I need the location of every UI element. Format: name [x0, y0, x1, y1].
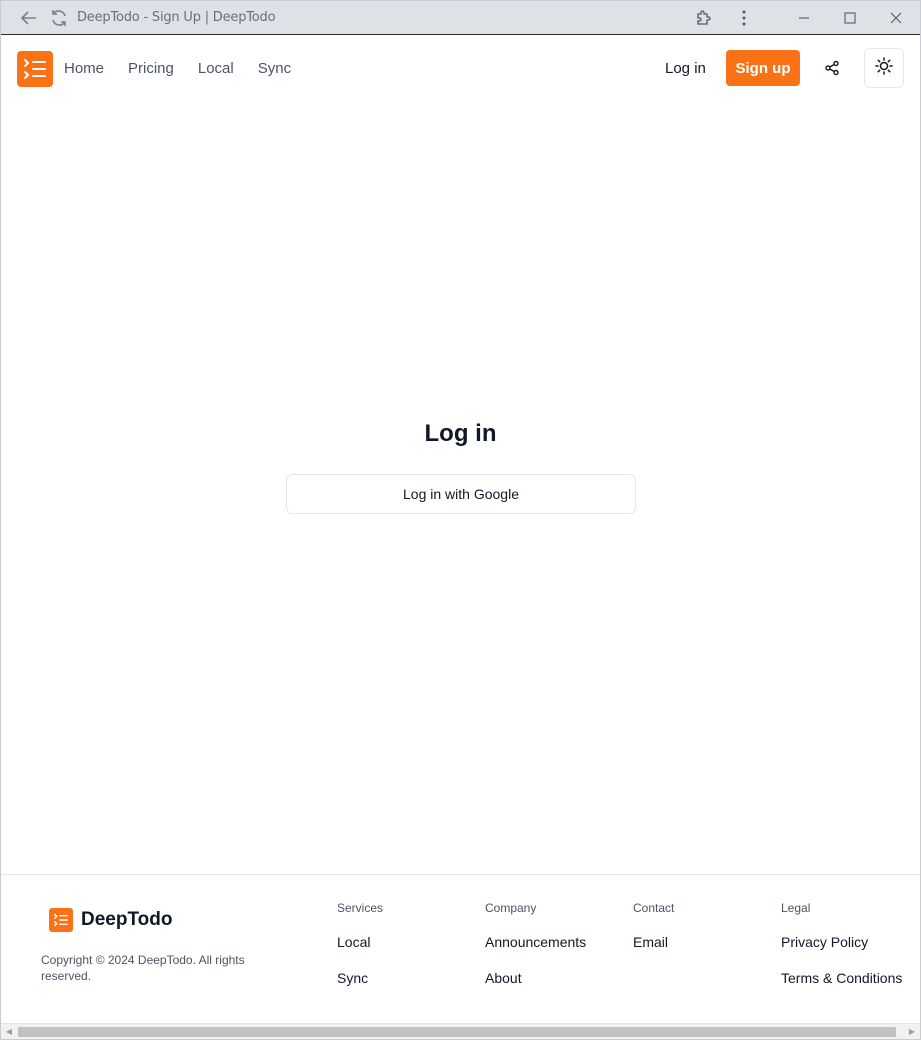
kebab-menu-icon[interactable] — [732, 6, 756, 30]
site-footer: DeepTodo Copyright © 2024 DeepTodo. All … — [1, 874, 920, 1023]
extensions-icon[interactable] — [692, 6, 716, 30]
footer-link-email[interactable]: Email — [633, 933, 674, 951]
footer-brand[interactable]: DeepTodo — [81, 909, 172, 931]
footer-column-company: Company Announcements About — [485, 901, 586, 1005]
close-icon[interactable] — [884, 6, 908, 30]
footer-column-legal: Legal Privacy Policy Terms & Conditions — [781, 901, 902, 1005]
footer-link-sync[interactable]: Sync — [337, 969, 383, 987]
footer-heading: Services — [337, 901, 384, 915]
login-link[interactable]: Log in — [665, 60, 706, 78]
google-login-button[interactable]: Log in with Google — [286, 474, 636, 514]
footer-heading: Contact — [633, 901, 675, 915]
copyright-text: Copyright © 2024 DeepTodo. All rights re… — [41, 953, 245, 983]
footer-link-privacy[interactable]: Privacy Policy — [781, 933, 902, 951]
list-todo-icon[interactable] — [17, 51, 53, 87]
footer-link-announcements[interactable]: Announcements — [485, 933, 586, 951]
site-header: Home Pricing Local Sync Log in Sign up — [1, 36, 920, 100]
reload-icon[interactable] — [47, 6, 71, 30]
minimize-icon[interactable] — [792, 6, 816, 30]
main-nav: Home Pricing Local Sync — [64, 60, 315, 78]
footer-logo-icon[interactable] — [49, 908, 73, 932]
back-arrow-icon[interactable] — [17, 6, 41, 30]
footer-column-contact: Contact Email — [633, 901, 674, 969]
footer-heading: Company — [485, 901, 537, 915]
share-icon[interactable] — [819, 55, 845, 81]
browser-tab-title: DeepTodo - Sign Up | DeepTodo — [77, 10, 276, 25]
footer-link-terms[interactable]: Terms & Conditions — [781, 969, 902, 987]
nav-pricing-link[interactable]: Pricing — [128, 60, 174, 78]
scrollbar-thumb[interactable] — [18, 1027, 896, 1037]
nav-home-link[interactable]: Home — [64, 60, 104, 78]
footer-column-services: Services Local Sync — [337, 901, 383, 1005]
nav-sync-link[interactable]: Sync — [258, 60, 291, 78]
footer-heading: Legal — [781, 901, 811, 915]
nav-local-link[interactable]: Local — [198, 60, 234, 78]
theme-toggle-button[interactable] — [864, 48, 904, 88]
sun-icon — [875, 56, 893, 80]
footer-link-local[interactable]: Local — [337, 933, 383, 951]
horizontal-scrollbar[interactable]: ◀ ▶ — [1, 1023, 920, 1039]
scroll-right-icon[interactable]: ▶ — [907, 1027, 917, 1037]
scroll-left-icon[interactable]: ◀ — [4, 1027, 14, 1037]
signup-button[interactable]: Sign up — [726, 50, 800, 86]
browser-toolbar: DeepTodo - Sign Up | DeepTodo — [1, 1, 920, 35]
footer-link-about[interactable]: About — [485, 969, 586, 987]
page-title: Log in — [424, 420, 497, 447]
maximize-icon[interactable] — [838, 6, 862, 30]
